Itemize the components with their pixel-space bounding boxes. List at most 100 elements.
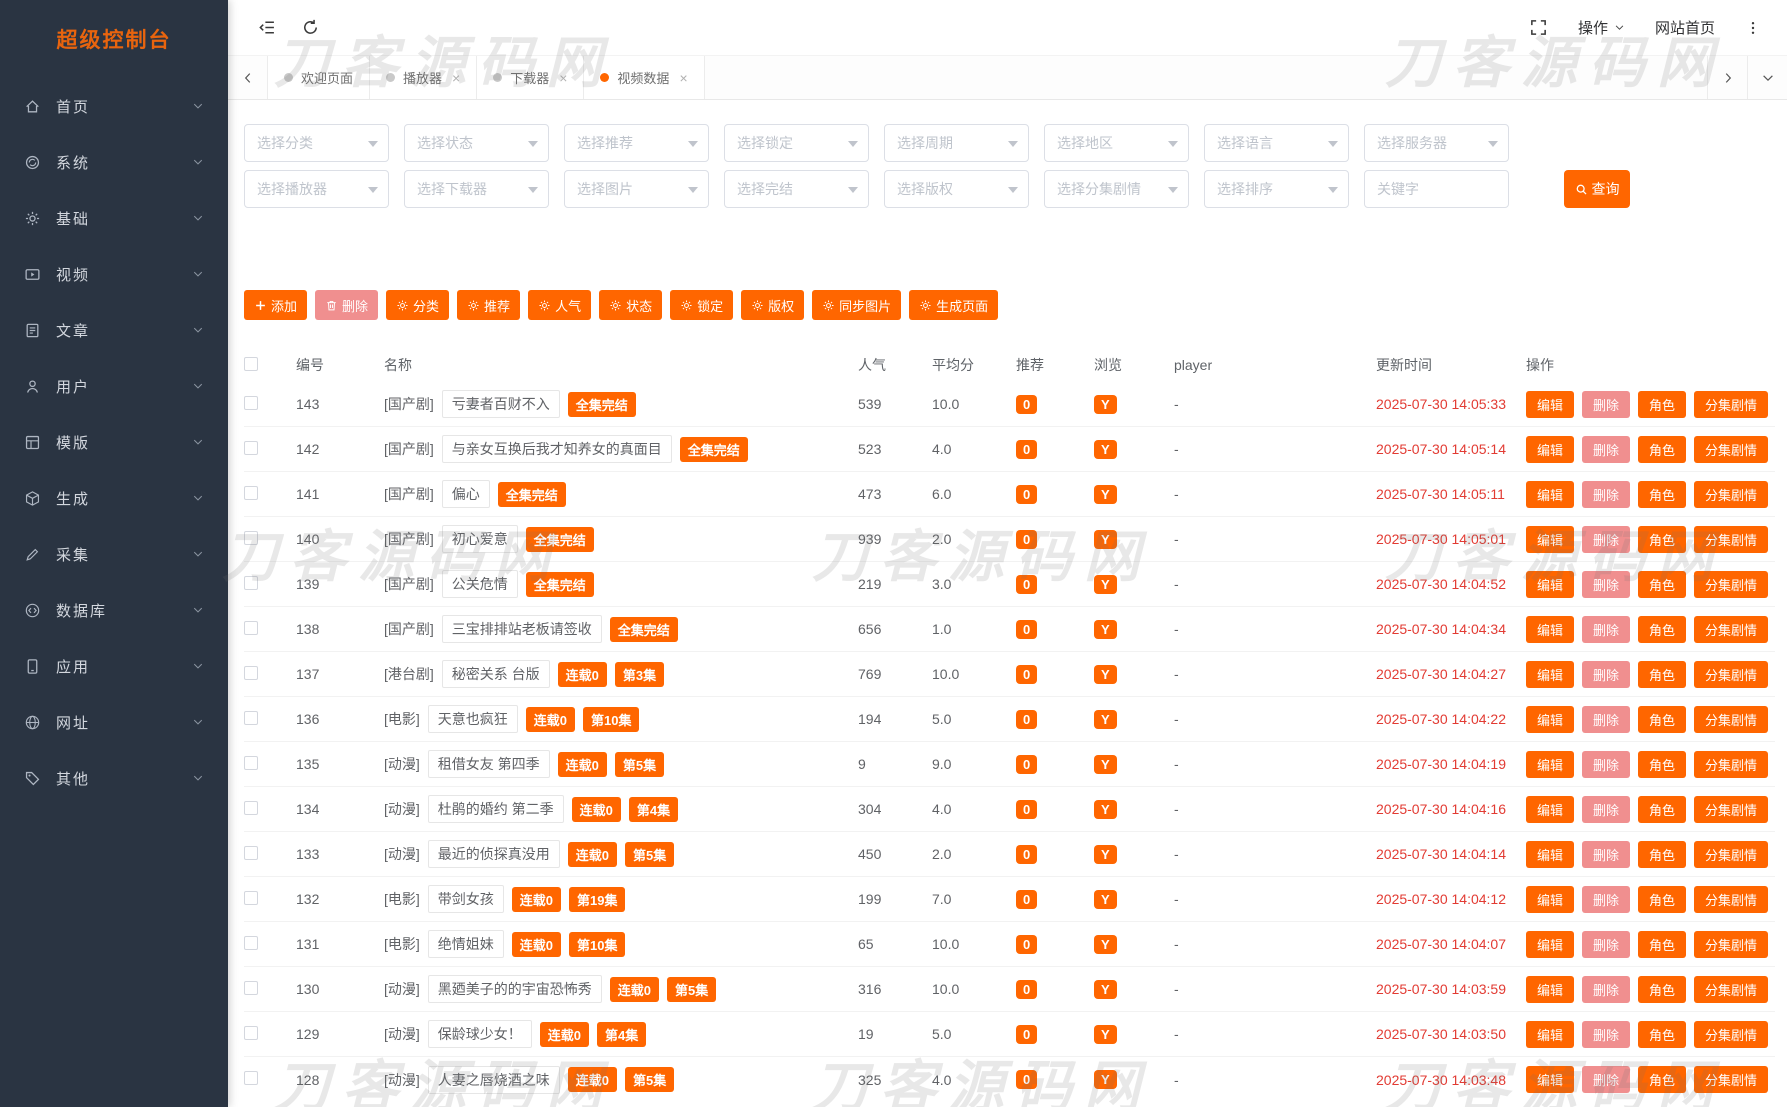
row-checkbox[interactable] <box>244 800 258 815</box>
episode-plot-button[interactable]: 分集剧情 <box>1694 705 1769 733</box>
filter-select[interactable]: 选择锁定 <box>724 124 869 162</box>
role-button[interactable]: 角色 <box>1638 1020 1687 1048</box>
role-button[interactable]: 角色 <box>1638 525 1687 553</box>
more-menu-icon[interactable] <box>1745 20 1761 36</box>
role-button[interactable]: 角色 <box>1638 930 1687 958</box>
delete-button[interactable]: 删除 <box>1582 615 1631 643</box>
delete-button[interactable]: 删除 <box>1582 975 1631 1003</box>
sidebar-item[interactable]: 文章 <box>0 302 228 358</box>
delete-button[interactable]: 删除 <box>1582 1020 1631 1048</box>
toolbar-button[interactable]: 分类 <box>386 290 450 320</box>
row-checkbox[interactable] <box>244 890 258 905</box>
filter-select[interactable]: 选择版权 <box>884 170 1029 208</box>
episode-plot-button[interactable]: 分集剧情 <box>1694 795 1769 823</box>
edit-button[interactable]: 编辑 <box>1526 840 1575 868</box>
role-button[interactable]: 角色 <box>1638 615 1687 643</box>
toolbar-button[interactable]: 人气 <box>528 290 592 320</box>
episode-plot-button[interactable]: 分集剧情 <box>1694 930 1769 958</box>
edit-button[interactable]: 编辑 <box>1526 615 1575 643</box>
edit-button[interactable]: 编辑 <box>1526 525 1575 553</box>
role-button[interactable]: 角色 <box>1638 975 1687 1003</box>
delete-button[interactable]: 删除 <box>1582 525 1631 553</box>
row-checkbox[interactable] <box>244 620 258 635</box>
role-button[interactable]: 角色 <box>1638 660 1687 688</box>
edit-button[interactable]: 编辑 <box>1526 750 1575 778</box>
role-button[interactable]: 角色 <box>1638 1066 1687 1093</box>
site-home-link[interactable]: 网站首页 <box>1655 17 1715 38</box>
toolbar-button[interactable]: 添加 <box>244 290 308 320</box>
sidebar-item[interactable]: 数据库 <box>0 582 228 638</box>
edit-button[interactable]: 编辑 <box>1526 795 1575 823</box>
delete-button[interactable]: 删除 <box>1582 660 1631 688</box>
sidebar-item[interactable]: 系统 <box>0 134 228 190</box>
filter-select[interactable]: 选择排序 <box>1204 170 1349 208</box>
tab[interactable]: 欢迎页面 <box>268 56 371 99</box>
row-checkbox[interactable] <box>244 575 258 590</box>
episode-plot-button[interactable]: 分集剧情 <box>1694 975 1769 1003</box>
delete-button[interactable]: 删除 <box>1582 480 1631 508</box>
episode-plot-button[interactable]: 分集剧情 <box>1694 390 1769 418</box>
operation-dropdown[interactable]: 操作 <box>1578 17 1625 38</box>
edit-button[interactable]: 编辑 <box>1526 390 1575 418</box>
edit-button[interactable]: 编辑 <box>1526 885 1575 913</box>
select-all-checkbox[interactable] <box>244 356 258 371</box>
edit-button[interactable]: 编辑 <box>1526 705 1575 733</box>
episode-plot-button[interactable]: 分集剧情 <box>1694 660 1769 688</box>
sidebar-item[interactable]: 其他 <box>0 750 228 806</box>
tab-close-icon[interactable]: × <box>452 70 460 86</box>
refresh-icon[interactable] <box>301 18 320 37</box>
filter-select[interactable]: 选择下载器 <box>404 170 549 208</box>
toolbar-button[interactable]: 生成页面 <box>909 290 999 320</box>
filter-select[interactable]: 选择周期 <box>884 124 1029 162</box>
row-checkbox[interactable] <box>244 845 258 860</box>
tab-close-icon[interactable]: × <box>679 70 687 86</box>
tab[interactable]: 视频数据 × <box>584 56 705 99</box>
edit-button[interactable]: 编辑 <box>1526 570 1575 598</box>
sidebar-item[interactable]: 采集 <box>0 526 228 582</box>
delete-button[interactable]: 删除 <box>1582 1066 1631 1093</box>
edit-button[interactable]: 编辑 <box>1526 480 1575 508</box>
filter-select[interactable]: 选择分集剧情 <box>1044 170 1189 208</box>
row-checkbox[interactable] <box>244 440 258 455</box>
delete-button[interactable]: 删除 <box>1582 705 1631 733</box>
collapse-sidebar-icon[interactable] <box>258 18 277 37</box>
delete-button[interactable]: 删除 <box>1582 570 1631 598</box>
delete-button[interactable]: 删除 <box>1582 795 1631 823</box>
episode-plot-button[interactable]: 分集剧情 <box>1694 435 1769 463</box>
filter-select[interactable]: 选择分类 <box>244 124 389 162</box>
delete-button[interactable]: 删除 <box>1582 390 1631 418</box>
role-button[interactable]: 角色 <box>1638 480 1687 508</box>
sidebar-item[interactable]: 基础 <box>0 190 228 246</box>
row-checkbox[interactable] <box>244 665 258 680</box>
tabs-dropdown-button[interactable] <box>1747 56 1787 99</box>
episode-plot-button[interactable]: 分集剧情 <box>1694 525 1769 553</box>
episode-plot-button[interactable]: 分集剧情 <box>1694 885 1769 913</box>
episode-plot-button[interactable]: 分集剧情 <box>1694 1066 1769 1093</box>
tab[interactable]: 下载器 × <box>477 56 585 99</box>
filter-select[interactable]: 选择服务器 <box>1364 124 1509 162</box>
row-checkbox[interactable] <box>244 485 258 500</box>
edit-button[interactable]: 编辑 <box>1526 660 1575 688</box>
sidebar-item[interactable]: 视频 <box>0 246 228 302</box>
episode-plot-button[interactable]: 分集剧情 <box>1694 750 1769 778</box>
row-checkbox[interactable] <box>244 980 258 995</box>
role-button[interactable]: 角色 <box>1638 570 1687 598</box>
delete-button[interactable]: 删除 <box>1582 930 1631 958</box>
role-button[interactable]: 角色 <box>1638 795 1687 823</box>
filter-select[interactable]: 选择语言 <box>1204 124 1349 162</box>
row-checkbox[interactable] <box>244 395 258 410</box>
row-checkbox[interactable] <box>244 530 258 545</box>
fullscreen-icon[interactable] <box>1529 18 1548 37</box>
filter-select[interactable]: 选择地区 <box>1044 124 1189 162</box>
role-button[interactable]: 角色 <box>1638 885 1687 913</box>
row-checkbox[interactable] <box>244 710 258 725</box>
edit-button[interactable]: 编辑 <box>1526 1020 1575 1048</box>
row-checkbox[interactable] <box>244 755 258 770</box>
filter-select[interactable]: 选择状态 <box>404 124 549 162</box>
role-button[interactable]: 角色 <box>1638 705 1687 733</box>
role-button[interactable]: 角色 <box>1638 840 1687 868</box>
sidebar-item[interactable]: 应用 <box>0 638 228 694</box>
tabs-scroll-left-button[interactable] <box>228 56 268 99</box>
filter-select[interactable]: 选择图片 <box>564 170 709 208</box>
toolbar-button[interactable]: 推荐 <box>457 290 521 320</box>
